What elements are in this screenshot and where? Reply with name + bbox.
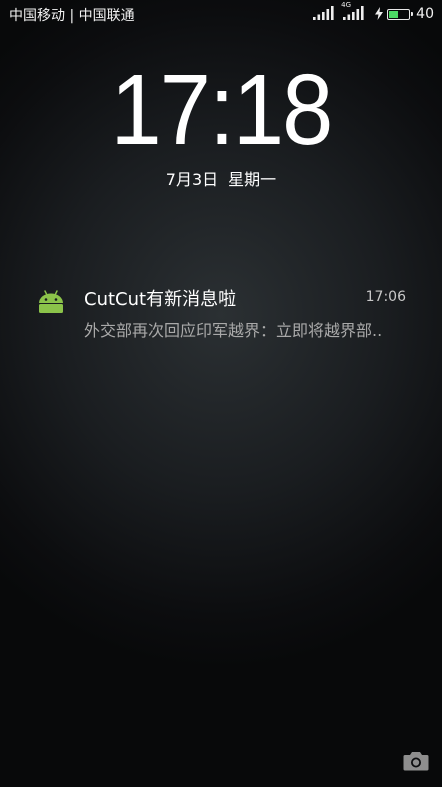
camera-icon [403, 750, 429, 775]
notification-time: 17:06 [365, 289, 406, 305]
signal-strength-4g-icon: 4G [341, 1, 365, 24]
lockscreen-clock: 17:18 [110, 54, 333, 166]
battery-fill [389, 10, 398, 18]
signal-strength-icon [313, 5, 335, 24]
status-bar: 中国移动 | 中国联通 4G 40 [0, 0, 442, 28]
status-icons: 4G 40 [313, 1, 434, 24]
lockscreen-date: 7月3日 星期一 [0, 166, 442, 190]
charging-bolt-icon [375, 5, 384, 24]
date-label: 7月3日 [165, 170, 219, 189]
notification-body: 外交部再次回应印军越界：立即将越界部.. [84, 321, 383, 340]
notification-title: CutCut有新消息啦 [84, 289, 237, 310]
android-icon [38, 288, 64, 318]
notification-card[interactable]: CutCut有新消息啦 17:06 外交部再次回应印军越界：立即将越界部.. [38, 284, 408, 344]
network-type-label: 4G [341, 0, 352, 9]
carrier-label: 中国移动 | 中国联通 [9, 8, 135, 24]
camera-shortcut-button[interactable] [401, 749, 431, 775]
battery-percent: 40 [416, 6, 434, 22]
battery-icon [387, 8, 414, 20]
weekday-label: 星期一 [228, 170, 277, 189]
